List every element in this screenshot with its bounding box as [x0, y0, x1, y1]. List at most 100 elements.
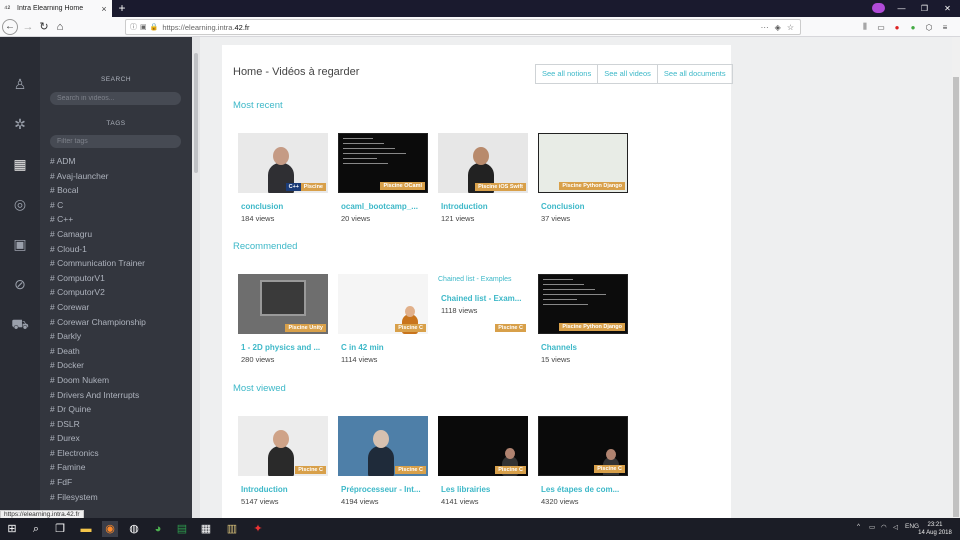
firefox-icon[interactable]: ◉: [102, 521, 118, 537]
forward-button[interactable]: →: [20, 19, 36, 35]
see-all-documents-button[interactable]: See all documents: [656, 65, 732, 83]
private-mask-icon[interactable]: [872, 3, 885, 13]
maximize-icon[interactable]: ❐: [913, 4, 936, 13]
video-thumbnail[interactable]: Piscine Unity: [238, 274, 328, 334]
tag-item[interactable]: # Corewar Championship: [50, 315, 146, 330]
tray-arrow-icon[interactable]: ^: [857, 523, 860, 530]
video-thumbnail[interactable]: Piscine OCaml: [338, 133, 428, 193]
video-title-link[interactable]: Channels: [541, 343, 627, 352]
steam-icon[interactable]: ◍: [126, 521, 142, 537]
video-title-link[interactable]: ocaml_bootcamp_...: [341, 202, 427, 211]
tag-item[interactable]: # DSLR: [50, 417, 146, 432]
windows-start-icon[interactable]: ⊞: [4, 521, 20, 537]
home-button[interactable]: ⌂: [52, 19, 68, 35]
tag-item[interactable]: # Doom Nukem: [50, 373, 146, 388]
back-button[interactable]: ←: [2, 19, 18, 35]
pocket-icon[interactable]: ◈: [775, 23, 781, 32]
video-title-link[interactable]: Conclusion: [541, 202, 627, 211]
tag-item[interactable]: # Bocal: [50, 183, 146, 198]
tag-item[interactable]: # FdF: [50, 475, 146, 490]
tag-item[interactable]: # Filesystem: [50, 490, 146, 505]
cart-icon[interactable]: ⛟: [11, 315, 29, 333]
sidebar-toggle-icon[interactable]: ▭: [876, 23, 886, 32]
tag-item[interactable]: # Electronics: [50, 446, 146, 461]
video-thumbnail[interactable]: Piscine iOS Swift: [438, 133, 528, 193]
task-view-icon[interactable]: ❐: [52, 521, 68, 537]
tag-item[interactable]: # Durex: [50, 431, 146, 446]
extension-icon[interactable]: ⬡: [924, 23, 934, 32]
tag-item[interactable]: # ADM: [50, 154, 146, 169]
extension-green-icon[interactable]: ●: [908, 23, 918, 32]
url-bar[interactable]: ⓘ ▣ 🔒 https://elearning.intra.42.fr ··· …: [125, 19, 801, 35]
tag-item[interactable]: # Drivers And Interrupts: [50, 388, 146, 403]
video-title-link[interactable]: Chained list - Exam...: [441, 294, 527, 303]
compass-icon[interactable]: ⊘: [11, 275, 29, 293]
tag-item[interactable]: # Corewar: [50, 300, 146, 315]
info-icon[interactable]: ⓘ: [130, 22, 137, 32]
tag-item[interactable]: # Camagru: [50, 227, 146, 242]
video-thumbnail[interactable]: Piscine C: [438, 416, 528, 476]
briefcase-icon[interactable]: ▣: [11, 235, 29, 253]
see-all-videos-button[interactable]: See all videos: [597, 65, 657, 83]
tag-item[interactable]: # C++: [50, 212, 146, 227]
permissions-icon[interactable]: ▣: [140, 23, 147, 31]
video-title-link[interactable]: C in 42 min: [341, 343, 427, 352]
video-title-link[interactable]: Les étapes de com...: [541, 485, 627, 494]
tag-item[interactable]: # Docker: [50, 358, 146, 373]
app-icon[interactable]: ▥: [224, 521, 240, 537]
new-tab-button[interactable]: +: [116, 1, 128, 15]
extension-red-icon[interactable]: ●: [892, 23, 902, 32]
tag-item[interactable]: # ComputorV2: [50, 285, 146, 300]
wifi-tray-icon[interactable]: ◠: [881, 523, 887, 531]
network-icon[interactable]: ✲: [11, 115, 29, 133]
network-tray-icon[interactable]: ▭: [869, 523, 875, 531]
video-title-link[interactable]: Introduction: [441, 202, 527, 211]
clock[interactable]: 23:21 14 Aug 2018: [916, 521, 954, 537]
video-title-link[interactable]: Introduction: [241, 485, 327, 494]
video-title-link[interactable]: Préprocesseur - Int...: [341, 485, 427, 494]
video-thumbnail[interactable]: Piscine Python Django: [538, 274, 628, 334]
tags-filter-input[interactable]: [50, 135, 181, 148]
sidebar-scrollbar[interactable]: [192, 37, 200, 518]
tag-item[interactable]: # Famine: [50, 460, 146, 475]
file-explorer-icon[interactable]: ▬: [78, 521, 94, 537]
menu-icon[interactable]: ≡: [940, 23, 950, 32]
spreadsheet-icon[interactable]: ▤: [174, 521, 190, 537]
tag-item[interactable]: # ComputorV1: [50, 271, 146, 286]
calculator-icon[interactable]: ▦: [198, 521, 214, 537]
video-thumbnail[interactable]: Piscine C: [238, 416, 328, 476]
video-thumbnail[interactable]: Piscine C Chained list - Examples: [438, 274, 528, 334]
see-all-notions-button[interactable]: See all notions: [536, 65, 597, 83]
game-icon[interactable]: ✦: [250, 521, 266, 537]
bookmark-star-icon[interactable]: ☆: [787, 23, 794, 32]
tag-item[interactable]: # Communication Trainer: [50, 256, 146, 271]
close-window-icon[interactable]: ✕: [936, 4, 959, 13]
video-thumbnail[interactable]: Piscine C: [338, 416, 428, 476]
search-taskbar-icon[interactable]: ⌕: [28, 521, 44, 537]
browser-tab-active[interactable]: ⁴² Intra Elearning Home ×: [0, 0, 112, 17]
tag-item[interactable]: # Cloud-1: [50, 242, 146, 257]
video-title-link[interactable]: Les librairies: [441, 485, 527, 494]
video-title-link[interactable]: 1 - 2D physics and ...: [241, 343, 327, 352]
video-thumbnail[interactable]: Piscine C: [338, 274, 428, 334]
url-text[interactable]: https://elearning.intra.42.fr: [162, 23, 760, 32]
tag-item[interactable]: # Avaj-launcher: [50, 169, 146, 184]
tag-item[interactable]: # Death: [50, 344, 146, 359]
chat-icon[interactable]: ◎: [11, 195, 29, 213]
search-input[interactable]: [50, 92, 181, 105]
minimize-icon[interactable]: —: [890, 4, 913, 13]
tag-item[interactable]: # C: [50, 198, 146, 213]
video-title-link[interactable]: conclusion: [241, 202, 327, 211]
tag-item[interactable]: # Darkly: [50, 329, 146, 344]
close-tab-icon[interactable]: ×: [100, 4, 108, 14]
reload-button[interactable]: ↻: [36, 19, 52, 35]
page-actions-icon[interactable]: ···: [761, 23, 769, 32]
lock-icon[interactable]: 🔒: [150, 23, 159, 31]
tag-item[interactable]: # Dr Quine: [50, 402, 146, 417]
library-icon[interactable]: ⫼: [860, 22, 870, 32]
page-scrollbar[interactable]: [952, 37, 960, 518]
chrome-icon[interactable]: ◕: [150, 521, 166, 537]
video-thumbnail[interactable]: Piscine Python Django: [538, 133, 628, 193]
video-thumbnail[interactable]: Piscine C: [538, 416, 628, 476]
user-icon[interactable]: ♙: [11, 75, 29, 93]
